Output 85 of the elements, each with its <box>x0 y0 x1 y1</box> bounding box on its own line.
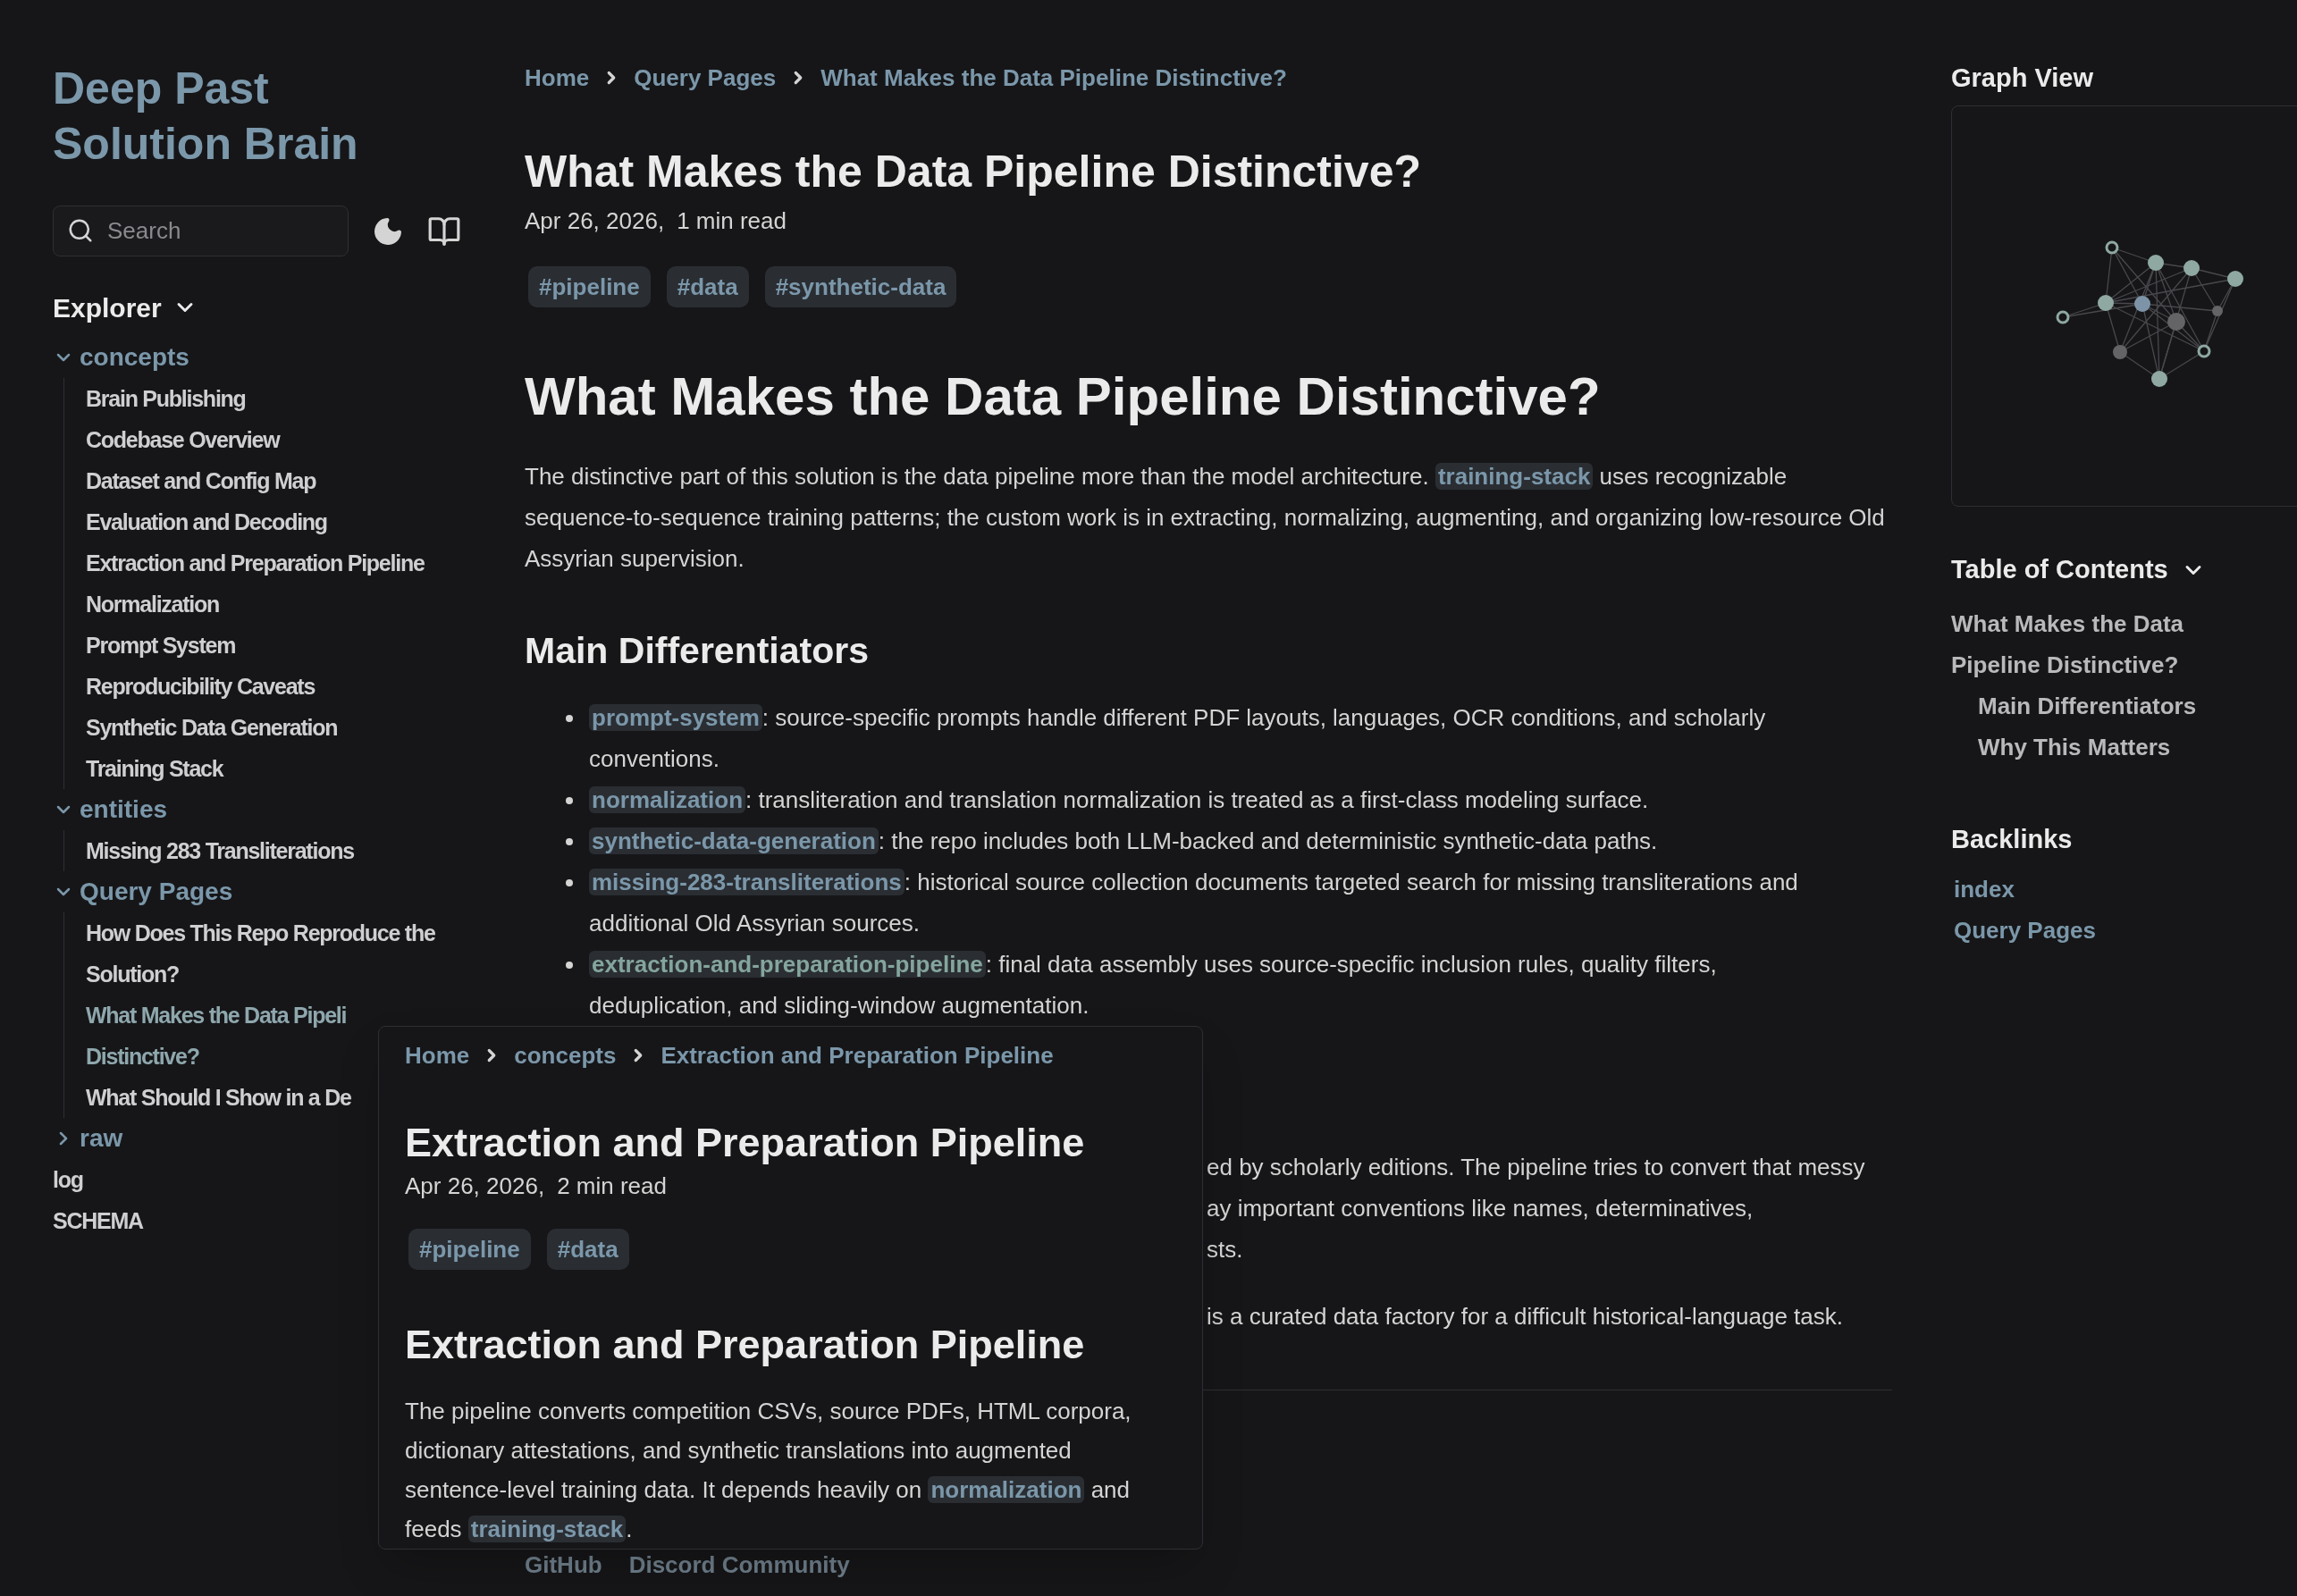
breadcrumb-link[interactable]: What Makes the Data Pipeline Distinctive? <box>820 60 1287 96</box>
file-item[interactable]: Reproducibility Caveats <box>86 666 443 707</box>
file-item[interactable]: Missing 283 Transliterations <box>86 830 443 871</box>
content-heading: What Makes the Data Pipeline Distinctive? <box>525 365 1602 428</box>
bullet-icon <box>566 838 573 845</box>
preview-title: Extraction and Preparation Pipeline <box>405 1119 1086 1167</box>
preview-paragraph: The pipeline converts competition CSVs, source PDFs, HTML corpora, dictionary attestations, and synthetic translations into augmented sentence-level training data. It depends heavily on normalization and feeds training-stack. <box>405 1397 1132 1544</box>
backlink[interactable]: index <box>1954 869 2297 910</box>
file-item[interactable]: Synthetic Data Generation <box>86 707 443 748</box>
graph-node[interactable] <box>2151 371 2167 387</box>
internal-link[interactable]: synthetic-data-generation <box>589 827 879 854</box>
read-time: 2 min read <box>557 1172 667 1201</box>
paragraph-line: is a curated data factory for a difficult historical-language task. <box>1207 1302 1844 1331</box>
breadcrumb-link[interactable]: Query Pages <box>634 60 777 96</box>
graph-node[interactable] <box>2197 344 2211 358</box>
internal-link[interactable]: prompt-system <box>589 704 762 731</box>
internal-link[interactable]: normalization <box>589 786 745 813</box>
preview-heading: Extraction and Preparation Pipeline <box>405 1321 1086 1369</box>
site-title[interactable]: Deep Past Solution Brain <box>53 61 410 172</box>
file-item[interactable]: Evaluation and Decoding <box>86 501 443 542</box>
list-item: normalization: transliteration and translation normalization is treated as a first-class modeling surface. <box>589 779 1649 820</box>
bullet-icon <box>566 797 573 804</box>
list-item: synthetic-data-generation: the repo includes both LLM-backed and deterministic synthetic-data paths. <box>589 820 1658 861</box>
page-date: Apr 26, 2026, <box>525 206 665 236</box>
toc-toggle[interactable]: Table of Contents <box>1951 550 2206 590</box>
list-item: missing-283-transliterations: historical source collection documents targeted search for missing transliterations and additional Old Assyrian sources. <box>589 868 1799 938</box>
folder-item[interactable]: Query Pages <box>53 871 233 912</box>
breadcrumb-link[interactable]: Home <box>405 1037 470 1073</box>
graph-node[interactable] <box>2113 345 2127 359</box>
bullet-icon <box>566 962 573 969</box>
bullet-icon <box>566 715 573 722</box>
search-icon <box>67 217 94 244</box>
graph-node[interactable] <box>2227 271 2243 287</box>
file-item[interactable]: Dataset and Config Map <box>86 460 443 501</box>
graph-node[interactable] <box>2148 255 2164 271</box>
list-item: prompt-system: source-specific prompts handle different PDF layouts, languages, OCR conditions, and scholarly conventions. <box>589 703 1767 774</box>
internal-link[interactable]: training-stack <box>1435 463 1594 490</box>
folder-item[interactable]: entities <box>53 789 168 830</box>
page-title: What Makes the Data Pipeline Distinctive? <box>525 146 1423 198</box>
internal-link[interactable]: normalization <box>928 1476 1085 1503</box>
backlinks-title: Backlinks <box>1951 824 2074 855</box>
tag-link[interactable]: #data <box>666 266 749 307</box>
graph-node[interactable] <box>2056 310 2070 324</box>
internal-link[interactable]: missing-283-transliterations <box>589 869 904 895</box>
breadcrumb-link[interactable]: concepts <box>514 1037 617 1073</box>
graph-node[interactable] <box>2098 295 2114 311</box>
list-item: extraction-and-preparation-pipeline: final data assembly uses source-specific inclusion rules, quality filters, deduplication, and sliding-window augmentation. <box>589 950 1718 1021</box>
intro-paragraph: The distinctive part of this solution is the data pipeline more than the model architecture. training-stack uses recognizable sequence-to-sequence training patterns; the custom work is in extracting, normalizing, augmenting, and organizing low-resource Old Assyrian supervision. <box>525 462 1886 574</box>
file-item[interactable]: How Does This Repo Reproduce the Solution? <box>86 912 443 995</box>
explorer-toggle[interactable]: Explorer <box>53 287 198 328</box>
paragraph-line: sts. <box>1207 1235 1244 1264</box>
breadcrumb-link[interactable]: Extraction and Preparation Pipeline <box>660 1037 1054 1073</box>
file-item[interactable]: Codebase Overview <box>86 419 443 460</box>
tag-link[interactable]: #pipeline <box>528 266 651 307</box>
folder-item[interactable]: raw <box>53 1118 123 1159</box>
tag-link[interactable]: #synthetic-data <box>764 266 957 307</box>
breadcrumb-link[interactable]: Home <box>525 60 590 96</box>
paragraph-line: ay important conventions like names, determinatives, <box>1207 1194 1754 1223</box>
file-item[interactable]: Training Stack <box>86 748 443 789</box>
graph-node[interactable] <box>2167 313 2185 331</box>
preview-date: Apr 26, 2026, <box>405 1172 545 1201</box>
graph-node[interactable] <box>2212 306 2223 316</box>
file-item[interactable]: What Makes the Data Pipeli <box>86 995 443 1036</box>
toc-entry[interactable]: Main Differentiators <box>1951 685 2246 727</box>
folder-item[interactable]: concepts <box>53 337 189 378</box>
graph-node[interactable] <box>2105 240 2119 255</box>
paragraph-line: ed by scholarly editions. The pipeline tries to convert that messy <box>1207 1153 1866 1182</box>
backlink[interactable]: Query Pages <box>1954 910 2297 951</box>
file-item[interactable]: Prompt System <box>86 625 443 666</box>
file-item[interactable]: Normalization <box>86 584 443 625</box>
section-heading: Main Differentiators <box>525 629 870 673</box>
internal-link[interactable]: extraction-and-preparation-pipeline <box>589 951 986 978</box>
toc-entry[interactable]: Why This Matters <box>1951 727 2246 768</box>
graph-node[interactable] <box>2183 260 2200 276</box>
search-field[interactable]: Search <box>53 206 349 256</box>
toc-entry[interactable]: What Makes the Data Pipeline Distinctive? <box>1951 603 2246 685</box>
graph-title: Graph View <box>1951 63 2095 94</box>
file-item[interactable]: Extraction and Preparation Pipeline <box>86 542 443 584</box>
read-time: 1 min read <box>677 206 787 236</box>
file-item[interactable]: Brain Publishing <box>86 378 443 419</box>
internal-link[interactable]: training-stack <box>467 1516 627 1542</box>
graph-node[interactable] <box>2134 296 2150 312</box>
tag-link[interactable]: #data <box>546 1229 629 1270</box>
bullet-icon <box>566 879 573 886</box>
tag-link[interactable]: #pipeline <box>408 1229 531 1270</box>
